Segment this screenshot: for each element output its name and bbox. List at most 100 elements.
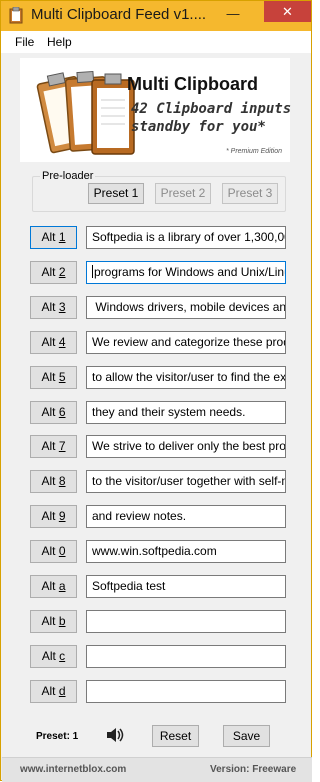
alt-prefix-label: Alt	[41, 649, 60, 663]
status-bar: www.internetblox.com Version: Freeware	[2, 757, 312, 782]
alt-b-text-field[interactable]	[86, 610, 286, 633]
banner-subtitle-line2: standby for you*	[131, 119, 266, 135]
alt-d-button[interactable]: Alt d	[30, 680, 77, 703]
alt-8-button[interactable]: Alt 8	[30, 470, 77, 493]
banner-subtitle-line1: 42 Clipboard inputs	[131, 101, 292, 117]
alt-4-button[interactable]: Alt 4	[30, 331, 77, 354]
alt-key-label: c	[59, 649, 66, 663]
save-button[interactable]: Save	[223, 725, 270, 747]
alt-a-button[interactable]: Alt a	[30, 575, 77, 598]
slot-value: Softpedia is a library of over 1,300,000	[92, 230, 286, 244]
premium-edition-note: * Premium Edition	[226, 148, 283, 155]
clipboard-slot-row: Alt 4 We review and categorize these prod…	[1, 330, 311, 355]
clipboards-logo-icon	[36, 70, 135, 155]
alt-6-text-field[interactable]: they and their system needs.	[86, 401, 286, 424]
slot-value: We strive to deliver only the best produ…	[92, 439, 286, 453]
menu-file[interactable]: File	[15, 35, 34, 49]
alt-key-label: d	[58, 684, 66, 698]
alt-key-label: 3	[58, 300, 66, 314]
menu-help[interactable]: Help	[47, 35, 72, 49]
alt-d-text-field[interactable]	[86, 680, 286, 703]
alt-key-label: 9	[58, 509, 66, 523]
clipboard-icon	[9, 7, 23, 24]
alt-b-button[interactable]: Alt b	[30, 610, 77, 633]
slot-value: to allow the visitor/user to find the ex…	[92, 370, 286, 384]
alt-prefix-label: Alt	[41, 684, 59, 698]
clipboard-slot-row: Alt 8 to the visitor/user together with s…	[1, 469, 311, 494]
slot-value: Softpedia test	[92, 579, 166, 593]
alt-prefix-label: Alt	[41, 439, 59, 453]
menu-bar: File Help	[1, 31, 311, 53]
alt-6-button[interactable]: Alt 6	[30, 401, 77, 424]
alt-c-button[interactable]: Alt c	[30, 645, 77, 668]
preloader-label: Pre-loader	[40, 170, 96, 182]
clipboard-slot-row: Alt d	[1, 679, 311, 704]
alt-0-button[interactable]: Alt 0	[30, 540, 77, 563]
minimize-button[interactable]: —	[220, 3, 246, 24]
alt-5-button[interactable]: Alt 5	[30, 366, 77, 389]
slot-value: We review and categorize these products	[92, 335, 285, 349]
alt-prefix-label: Alt	[41, 579, 59, 593]
alt-5-text-field[interactable]: to allow the visitor/user to find the ex…	[86, 366, 286, 389]
alt-9-button[interactable]: Alt 9	[30, 505, 77, 528]
slot-value: they and their system needs.	[92, 405, 246, 419]
preset-1-button[interactable]: Preset 1	[88, 183, 144, 204]
speaker-icon[interactable]	[105, 726, 125, 744]
slot-value: to the visitor/user together with self-m…	[92, 474, 285, 488]
text-caret	[92, 265, 93, 278]
alt-prefix-label: Alt	[41, 474, 59, 488]
alt-3-text-field[interactable]: Windows drivers, mobile devices and	[86, 296, 286, 319]
clipboard-slot-row: Alt 3 Windows drivers, mobile devices an…	[1, 295, 311, 320]
alt-prefix-label: Alt	[41, 370, 59, 384]
alt-2-button[interactable]: Alt 2	[30, 261, 77, 284]
app-window: Multi Clipboard Feed v1.... — ✕ File Hel…	[0, 0, 312, 782]
alt-key-label: 7	[58, 439, 66, 453]
alt-c-text-field[interactable]	[86, 645, 286, 668]
current-preset-label: Preset: 1	[36, 731, 79, 742]
banner-subtitle: 42 Clipboard inputs standby for you*	[131, 100, 291, 136]
close-button[interactable]: ✕	[264, 1, 311, 22]
banner-title: Multi Clipboard	[127, 74, 258, 94]
alt-key-label: 0	[58, 544, 66, 558]
alt-prefix-label: Alt	[41, 300, 59, 314]
alt-0-text-field[interactable]: www.win.softpedia.com	[86, 540, 286, 563]
alt-8-text-field[interactable]: to the visitor/user together with self-m…	[86, 470, 286, 493]
alt-key-label: 2	[58, 265, 66, 279]
clipboard-slot-row: Alt 9 and review notes.	[1, 504, 311, 529]
alt-3-button[interactable]: Alt 3	[30, 296, 77, 319]
window-title: Multi Clipboard Feed v1....	[31, 6, 207, 23]
alt-prefix-label: Alt	[41, 405, 59, 419]
alt-a-text-field[interactable]: Softpedia test	[86, 575, 286, 598]
alt-7-text-field[interactable]: We strive to deliver only the best produ…	[86, 435, 286, 458]
alt-prefix-label: Alt	[41, 544, 59, 558]
slot-value: and review notes.	[92, 509, 187, 523]
alt-2-text-field[interactable]: programs for Windows and Unix/Linux	[86, 261, 286, 284]
alt-prefix-label: Alt	[41, 230, 59, 244]
clipboard-slot-row: Alt c	[1, 644, 311, 669]
alt-7-button[interactable]: Alt 7	[30, 435, 77, 458]
clipboard-slot-row: Alt 2 programs for Windows and Unix/Linux	[1, 260, 311, 285]
alt-key-label: 5	[58, 370, 66, 384]
alt-4-text-field[interactable]: We review and categorize these products	[86, 331, 286, 354]
title-bar[interactable]: Multi Clipboard Feed v1.... — ✕	[1, 1, 311, 31]
clipboard-slot-row: Alt 0 www.win.softpedia.com	[1, 539, 311, 564]
alt-1-text-field[interactable]: Softpedia is a library of over 1,300,000	[86, 226, 286, 249]
alt-key-label: 1	[58, 230, 66, 244]
alt-key-label: 6	[58, 405, 66, 419]
alt-prefix-label: Alt	[41, 509, 59, 523]
reset-button[interactable]: Reset	[152, 725, 199, 747]
preset-3-button[interactable]: Preset 3	[222, 183, 278, 204]
alt-1-button[interactable]: Alt 1	[30, 226, 77, 249]
clipboard-slot-row: Alt a Softpedia test	[1, 574, 311, 599]
slot-value: programs for Windows and Unix/Linux	[94, 265, 286, 279]
alt-key-label: b	[58, 614, 66, 628]
alt-9-text-field[interactable]: and review notes.	[86, 505, 286, 528]
version-label: Version: Freeware	[210, 764, 297, 775]
clipboard-slot-row: Alt b	[1, 609, 311, 634]
alt-prefix-label: Alt	[41, 265, 59, 279]
slot-value: www.win.softpedia.com	[92, 544, 217, 558]
alt-prefix-label: Alt	[41, 335, 59, 349]
clipboard-slot-row: Alt 5 to allow the visitor/user to find t…	[1, 365, 311, 390]
preset-2-button[interactable]: Preset 2	[155, 183, 211, 204]
website-link[interactable]: www.internetblox.com	[20, 764, 126, 775]
